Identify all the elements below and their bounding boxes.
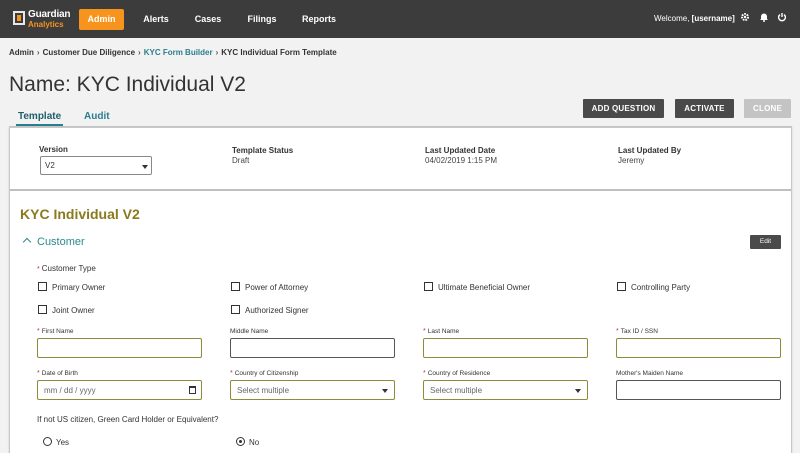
username-label[interactable]: [username]: [692, 14, 735, 23]
calendar-icon[interactable]: [189, 386, 196, 394]
guardian-analytics-logo[interactable]: Guardian Analytics: [13, 9, 71, 31]
country-of-residence-label: * Country of Residence: [423, 370, 491, 377]
date-placeholder: mm / dd / yyyy: [44, 386, 96, 395]
checkbox-label: Power of Attorney: [245, 283, 309, 292]
checkbox-joint-owner[interactable]: [38, 305, 47, 314]
activate-button[interactable]: ACTIVATE: [675, 99, 734, 118]
form-title: KYC Individual V2: [20, 206, 140, 222]
radio-yes[interactable]: [43, 437, 52, 446]
welcome-prefix: Welcome,: [654, 14, 690, 23]
chevron-down-icon: [575, 389, 581, 393]
last-name-label: * Last Name: [423, 328, 460, 335]
last-updated-by-label: Last Updated By: [618, 146, 682, 155]
date-of-birth-label: * Date of Birth: [37, 370, 78, 377]
top-nav-bar: Guardian Analytics Admin Alerts Cases Fi…: [0, 0, 800, 38]
chevron-up-icon: [22, 237, 32, 247]
checkbox-ultimate-beneficial-owner[interactable]: [424, 282, 433, 291]
chevron-down-icon: [142, 165, 148, 169]
nav-reports[interactable]: Reports: [299, 9, 339, 30]
checkbox-power-of-attorney[interactable]: [231, 282, 240, 291]
nav-filings[interactable]: Filings: [243, 9, 281, 30]
mothers-maiden-name-label: Mother's Maiden Name: [616, 370, 683, 377]
customer-type-label: * Customer Type: [37, 264, 96, 273]
last-name-input[interactable]: [423, 338, 588, 358]
breadcrumb-cdd[interactable]: Customer Due Diligence: [43, 48, 135, 57]
first-name-label: * First Name: [37, 328, 74, 335]
logo-text-primary: Guardian: [28, 9, 71, 20]
logo-text-secondary: Analytics: [28, 20, 64, 29]
country-of-residence-select[interactable]: Select multiple: [423, 380, 588, 400]
country-of-citizenship-label: * Country of Citizenship: [230, 370, 299, 377]
page-title: Name: KYC Individual V2: [9, 73, 246, 96]
tab-audit[interactable]: Audit: [84, 111, 110, 127]
breadcrumb-admin[interactable]: Admin: [9, 48, 34, 57]
add-question-button[interactable]: ADD QUESTION: [583, 99, 664, 118]
breadcrumb-current: KYC Individual Form Template: [221, 48, 337, 57]
select-placeholder: Select multiple: [430, 386, 483, 395]
section-title: Customer: [37, 236, 85, 248]
last-updated-date-label: Last Updated Date: [425, 146, 496, 155]
select-placeholder: Select multiple: [237, 386, 290, 395]
power-icon[interactable]: [776, 12, 788, 24]
version-label: Version: [39, 145, 68, 154]
version-select[interactable]: V2: [40, 156, 152, 175]
mothers-maiden-name-input[interactable]: [616, 380, 781, 400]
bell-icon[interactable]: [758, 12, 770, 24]
radio-no-label: No: [249, 438, 260, 447]
nav-alerts[interactable]: Alerts: [138, 9, 174, 30]
checkbox-label: Controlling Party: [631, 283, 691, 292]
nav-admin[interactable]: Admin: [79, 9, 124, 30]
clone-button[interactable]: CLONE: [744, 99, 791, 118]
breadcrumb-kyc-form-builder[interactable]: KYC Form Builder: [144, 48, 213, 57]
gear-icon[interactable]: [739, 12, 751, 24]
template-status-value: Draft: [232, 156, 250, 165]
version-select-value: V2: [45, 161, 55, 170]
breadcrumb: Admin › Customer Due Diligence › KYC Form Bu…: [9, 48, 337, 57]
middle-name-label: Middle Name: [230, 328, 269, 335]
chevron-down-icon: [382, 389, 388, 393]
checkbox-label: Ultimate Beneficial Owner: [438, 283, 531, 292]
tab-template[interactable]: Template: [16, 111, 64, 127]
checkbox-label: Authorized Signer: [245, 306, 309, 315]
last-updated-date-value: 04/02/2019 1:15 PM: [425, 156, 498, 165]
template-status-label: Template Status: [232, 146, 294, 155]
middle-name-input[interactable]: [230, 338, 395, 358]
welcome-text: Welcome, [username]: [654, 14, 735, 23]
checkbox-label: Joint Owner: [52, 306, 95, 315]
green-card-question: If not US citizen, Green Card Holder or …: [37, 415, 219, 424]
checkbox-primary-owner[interactable]: [38, 282, 47, 291]
template-card: Version V2 Template Status Draft Last Up…: [9, 127, 792, 453]
checkbox-authorized-signer[interactable]: [231, 305, 240, 314]
country-of-citizenship-select[interactable]: Select multiple: [230, 380, 395, 400]
radio-yes-label: Yes: [56, 438, 70, 447]
meta-divider: [10, 189, 791, 191]
checkbox-label: Primary Owner: [52, 283, 106, 292]
first-name-input[interactable]: [37, 338, 202, 358]
date-of-birth-input[interactable]: mm / dd / yyyy: [37, 380, 202, 400]
tax-id-label: * Tax ID / SSN: [616, 328, 658, 335]
section-toggle-customer[interactable]: Customer: [22, 236, 85, 248]
logo-mark-icon: [13, 11, 25, 25]
tax-id-input[interactable]: [616, 338, 781, 358]
checkbox-controlling-party[interactable]: [617, 282, 626, 291]
nav-cases[interactable]: Cases: [190, 9, 226, 30]
last-updated-by-value: Jeremy: [618, 156, 645, 165]
radio-no[interactable]: [236, 437, 245, 446]
edit-button[interactable]: Edit: [750, 235, 781, 249]
